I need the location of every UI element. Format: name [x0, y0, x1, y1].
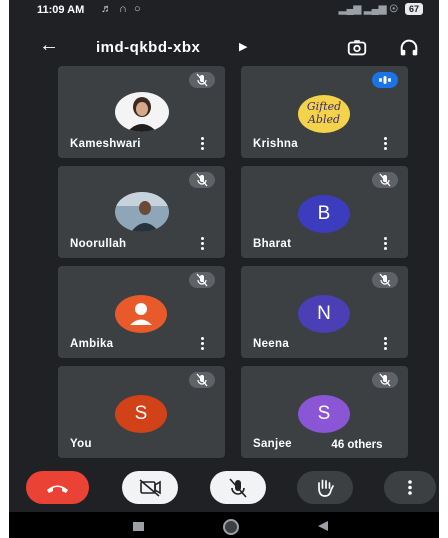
meeting-code-title[interactable]: imd-qkbd-xbx — [96, 39, 200, 56]
more-vert-icon[interactable] — [201, 337, 205, 351]
mic-off-icon — [189, 272, 215, 288]
participant-tile[interactable]: N Neena — [241, 266, 408, 358]
home-icon[interactable] — [223, 519, 239, 535]
signal-wifi-icons: ▂▄▆ ▂▄▆ ☉ 67 — [339, 3, 423, 15]
more-vert-icon[interactable] — [384, 237, 388, 251]
logo-avatar: Gifted Abled — [298, 95, 350, 133]
participant-name: Sanjee — [253, 438, 292, 450]
mic-off-icon — [229, 478, 247, 498]
back-nav-icon[interactable] — [317, 520, 329, 532]
avatar — [115, 192, 169, 232]
participant-name: Noorullah — [70, 238, 127, 250]
status-bar: 11:09 AM ♬ ∩ ○ ▂▄▆ ▂▄▆ ☉ 67 — [9, 0, 439, 22]
mic-off-icon — [372, 172, 398, 188]
participant-tile[interactable]: Ambika — [58, 266, 225, 358]
participant-tile[interactable]: Gifted Abled Krishna — [241, 66, 408, 158]
avatar — [115, 92, 169, 132]
video-off-icon — [139, 479, 161, 497]
end-call-button[interactable] — [26, 471, 89, 504]
speaking-indicator-icon — [372, 72, 398, 88]
top-app-bar: ← imd-qkbd-xbx ▶ — [9, 30, 439, 66]
mic-off-icon — [372, 372, 398, 388]
participant-name: You — [70, 438, 92, 450]
more-vert-icon[interactable] — [384, 137, 388, 151]
caret-right-icon[interactable]: ▶ — [239, 40, 247, 53]
more-vert-icon[interactable] — [201, 237, 205, 251]
participant-tile-self[interactable]: S You — [58, 366, 225, 458]
participant-name: Krishna — [253, 138, 298, 150]
others-chip[interactable]: 46 others — [309, 434, 405, 456]
mic-off-icon — [372, 272, 398, 288]
raise-hand-button[interactable] — [297, 471, 353, 504]
more-options-button[interactable] — [384, 471, 436, 504]
mic-off-icon — [189, 172, 215, 188]
camera-toggle-button[interactable] — [122, 471, 178, 504]
participant-tile[interactable]: Noorullah — [58, 166, 225, 258]
notification-icons: ♬ ∩ ○ — [101, 3, 143, 15]
mic-off-icon — [189, 372, 215, 388]
participant-tile[interactable]: Kameshwari — [58, 66, 225, 158]
more-vert-icon[interactable] — [201, 137, 205, 151]
more-vert-icon[interactable] — [384, 337, 388, 351]
initial-avatar: S — [298, 395, 350, 433]
initial-avatar: S — [115, 395, 167, 433]
mic-toggle-button[interactable] — [210, 471, 266, 504]
participant-tile[interactable]: B Bharat — [241, 166, 408, 258]
initial-avatar: N — [298, 295, 350, 333]
recents-icon[interactable] — [133, 522, 144, 531]
more-vert-icon — [408, 480, 412, 495]
initial-avatar: B — [298, 195, 350, 233]
participant-name: Bharat — [253, 238, 292, 250]
back-arrow-icon[interactable]: ← — [39, 34, 59, 57]
audio-output-icon[interactable] — [398, 37, 420, 59]
battery-indicator: 67 — [404, 3, 423, 15]
meet-screen: 11:09 AM ♬ ∩ ○ ▂▄▆ ▂▄▆ ☉ 67 ← imd-qkbd-x… — [9, 0, 439, 538]
system-nav-bar — [9, 512, 439, 538]
mic-off-icon — [189, 72, 215, 88]
hand-icon — [318, 479, 334, 497]
participant-name: Kameshwari — [70, 138, 141, 150]
hang-up-icon — [47, 485, 68, 493]
participant-name: Neena — [253, 338, 290, 350]
participant-name: Ambika — [70, 338, 114, 350]
switch-camera-icon[interactable] — [346, 37, 368, 59]
person-avatar — [115, 295, 167, 333]
status-time: 11:09 AM — [37, 4, 85, 16]
